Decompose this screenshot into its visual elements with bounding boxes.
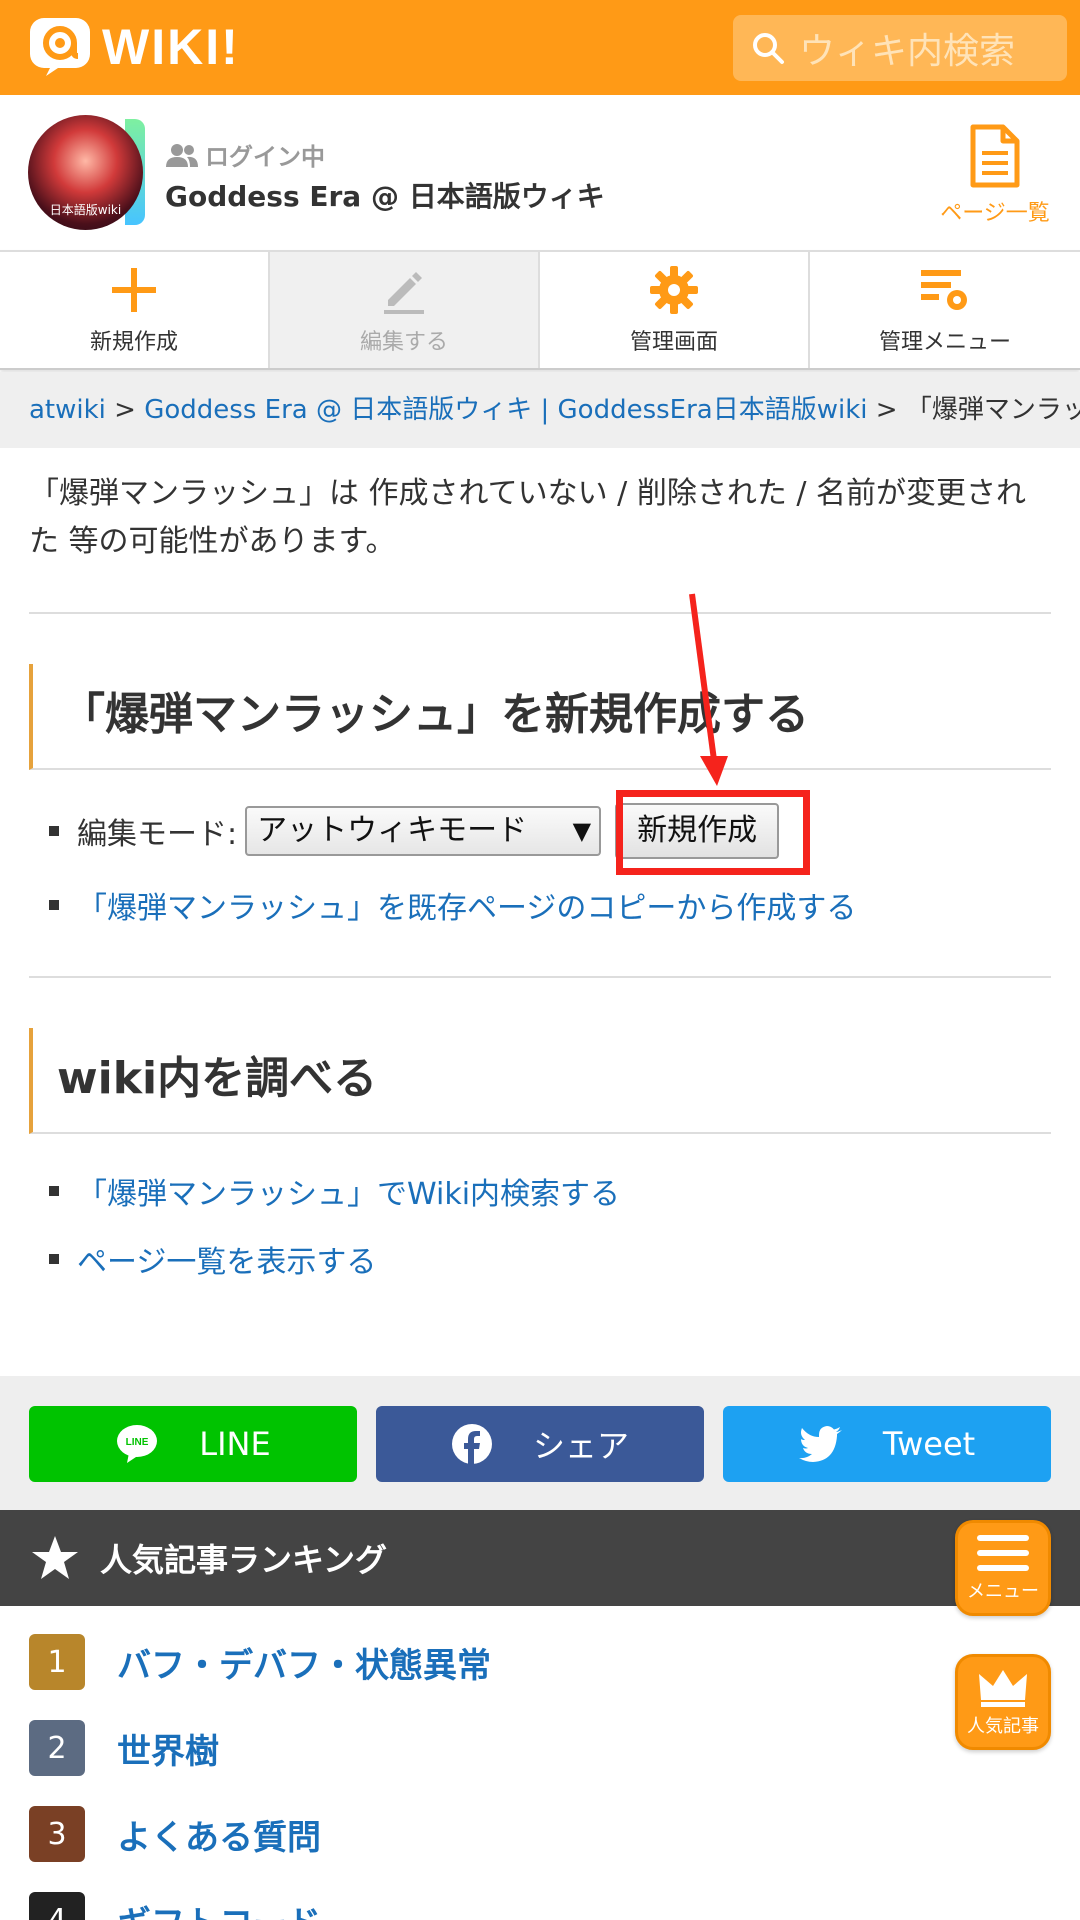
facebook-label: シェア	[532, 1427, 629, 1465]
site-info: 日本語版wiki ログイン中 Goddess Era @ 日本語版ウィキ ページ…	[0, 95, 1080, 250]
admin-screen-label: 管理画面	[629, 330, 718, 355]
breadcrumb-separator: >	[867, 395, 906, 425]
ranking-item[interactable]: 2 世界樹	[29, 1719, 219, 1777]
search-wiki-item: 「爆弾マンラッシュ」でWiki内検索する	[49, 1166, 620, 1216]
floating-popular-label: 人気記事	[967, 1716, 1039, 1737]
page-list-label: ページ一覧	[940, 201, 1050, 226]
new-page-label: 新規作成	[89, 330, 178, 355]
new-page-button[interactable]: 新規作成	[0, 252, 270, 368]
line-share-button[interactable]: LINE LINE	[29, 1406, 357, 1482]
settings-list-icon	[921, 270, 967, 310]
ranking-item[interactable]: 1 バフ・デバフ・状態異常	[29, 1633, 491, 1691]
create-from-copy-link[interactable]: 「爆弾マンラッシュ」を既存ページのコピーから作成する	[77, 883, 856, 927]
floating-menu-button[interactable]: メニュー	[955, 1520, 1051, 1616]
rank-title: バフ・デバフ・状態異常	[117, 1645, 491, 1686]
top-header: WIKI! ウィキ内検索	[0, 0, 1080, 95]
breadcrumb-current: 「爆弾マンラッシュ」	[905, 395, 1080, 425]
rank-title: 世界樹	[117, 1731, 219, 1772]
site-avatar[interactable]: 日本語版wiki	[28, 115, 143, 230]
ranking-item[interactable]: 4 ギフトコード	[29, 1891, 321, 1920]
twitter-share-button[interactable]: Tweet	[723, 1406, 1051, 1482]
line-icon: LINE	[117, 1425, 158, 1463]
breadcrumb-site-link[interactable]: Goddess Era @ 日本語版ウィキ | GoddessEra日本語版wi…	[144, 395, 867, 425]
floating-menu-label: メニュー	[967, 1581, 1039, 1602]
atwiki-logo[interactable]: WIKI!	[28, 16, 240, 78]
breadcrumb-root-link[interactable]: atwiki	[29, 395, 106, 425]
search-icon	[753, 33, 784, 64]
rank-number: 4	[29, 1892, 85, 1920]
copy-create-item: 「爆弾マンラッシュ」を既存ページのコピーから作成する	[49, 880, 856, 930]
divider	[29, 612, 1051, 614]
twitter-bird-icon	[798, 1426, 842, 1462]
twitter-label: Tweet	[882, 1425, 976, 1463]
search-placeholder: ウィキ内検索	[799, 31, 1016, 72]
edit-label: 編集する	[359, 330, 448, 355]
facebook-share-button[interactable]: シェア	[376, 1406, 704, 1482]
annotation-highlight-box	[616, 790, 810, 875]
wiki-search-box[interactable]: ウィキ内検索	[733, 15, 1067, 81]
admin-menu-label: 管理メニュー	[878, 330, 1011, 355]
page-list-link[interactable]: ページ一覧	[930, 123, 1060, 227]
missing-page-notice: 「爆弾マンラッシュ」は 作成されていない / 削除された / 名前が変更された …	[29, 476, 1026, 559]
ranking-heading: 人気記事ランキング	[100, 1541, 388, 1579]
svg-text:LINE: LINE	[126, 1437, 149, 1448]
facebook-icon	[451, 1424, 492, 1465]
admin-menu-button[interactable]: 管理メニュー	[810, 252, 1080, 368]
login-status-text: ログイン中	[205, 143, 325, 171]
show-pages-item: ページ一覧を表示する	[49, 1234, 376, 1284]
document-icon	[970, 124, 1020, 188]
ranking-item[interactable]: 3 よくある質問	[29, 1805, 321, 1863]
plus-icon	[112, 268, 156, 312]
pencil-icon	[384, 272, 424, 314]
list-bullet	[49, 1254, 59, 1264]
list-bullet	[49, 826, 59, 836]
hamburger-menu-icon	[977, 1535, 1029, 1571]
site-title[interactable]: Goddess Era @ 日本語版ウィキ	[165, 175, 605, 215]
rank-number: 2	[29, 1720, 85, 1776]
avatar-caption: 日本語版wiki	[49, 203, 122, 217]
gear-icon	[650, 266, 698, 314]
rank-title: よくある質問	[117, 1817, 321, 1858]
edit-mode-select[interactable]: アットウィキモード ▼	[245, 806, 602, 856]
floating-popular-button[interactable]: 人気記事	[955, 1654, 1051, 1750]
list-bullet	[49, 900, 59, 910]
logo-text: WIKI!	[102, 19, 240, 75]
users-icon	[166, 143, 198, 167]
share-bar: LINE LINE シェア Tweet	[0, 1376, 1080, 1510]
admin-screen-button[interactable]: 管理画面	[540, 252, 810, 368]
line-label: LINE	[199, 1425, 271, 1463]
breadcrumb-separator: >	[105, 395, 145, 425]
list-bullet	[49, 1186, 59, 1196]
edit-button[interactable]: 編集する	[270, 252, 540, 368]
breadcrumb: atwiki > Goddess Era @ 日本語版ウィキ | Goddess…	[0, 372, 1080, 448]
divider	[29, 976, 1051, 978]
action-toolbar: 新規作成 編集する 管理画面 管理メニュー	[0, 250, 1080, 370]
search-section-heading: wiki内を調べる	[29, 1028, 1051, 1134]
rank-title: ギフトコード	[117, 1896, 321, 1920]
rank-number: 1	[29, 1634, 85, 1690]
dropdown-arrow-icon: ▼	[572, 817, 592, 845]
star-icon	[32, 1536, 78, 1579]
login-status: ログイン中	[165, 137, 325, 172]
edit-mode-selected-value: アットウィキモード	[257, 813, 528, 848]
show-page-list-link[interactable]: ページ一覧を表示する	[77, 1237, 376, 1281]
rank-number: 3	[29, 1806, 85, 1862]
at-sign-icon	[30, 18, 90, 76]
crown-icon	[979, 1670, 1027, 1707]
edit-mode-label: 編集モード:	[77, 817, 238, 852]
create-section-heading: 「爆弾マンラッシュ」を新規作成する	[29, 664, 1051, 770]
search-in-wiki-link[interactable]: 「爆弾マンラッシュ」でWiki内検索する	[77, 1169, 620, 1213]
ranking-header: 人気記事ランキング	[0, 1510, 1080, 1606]
